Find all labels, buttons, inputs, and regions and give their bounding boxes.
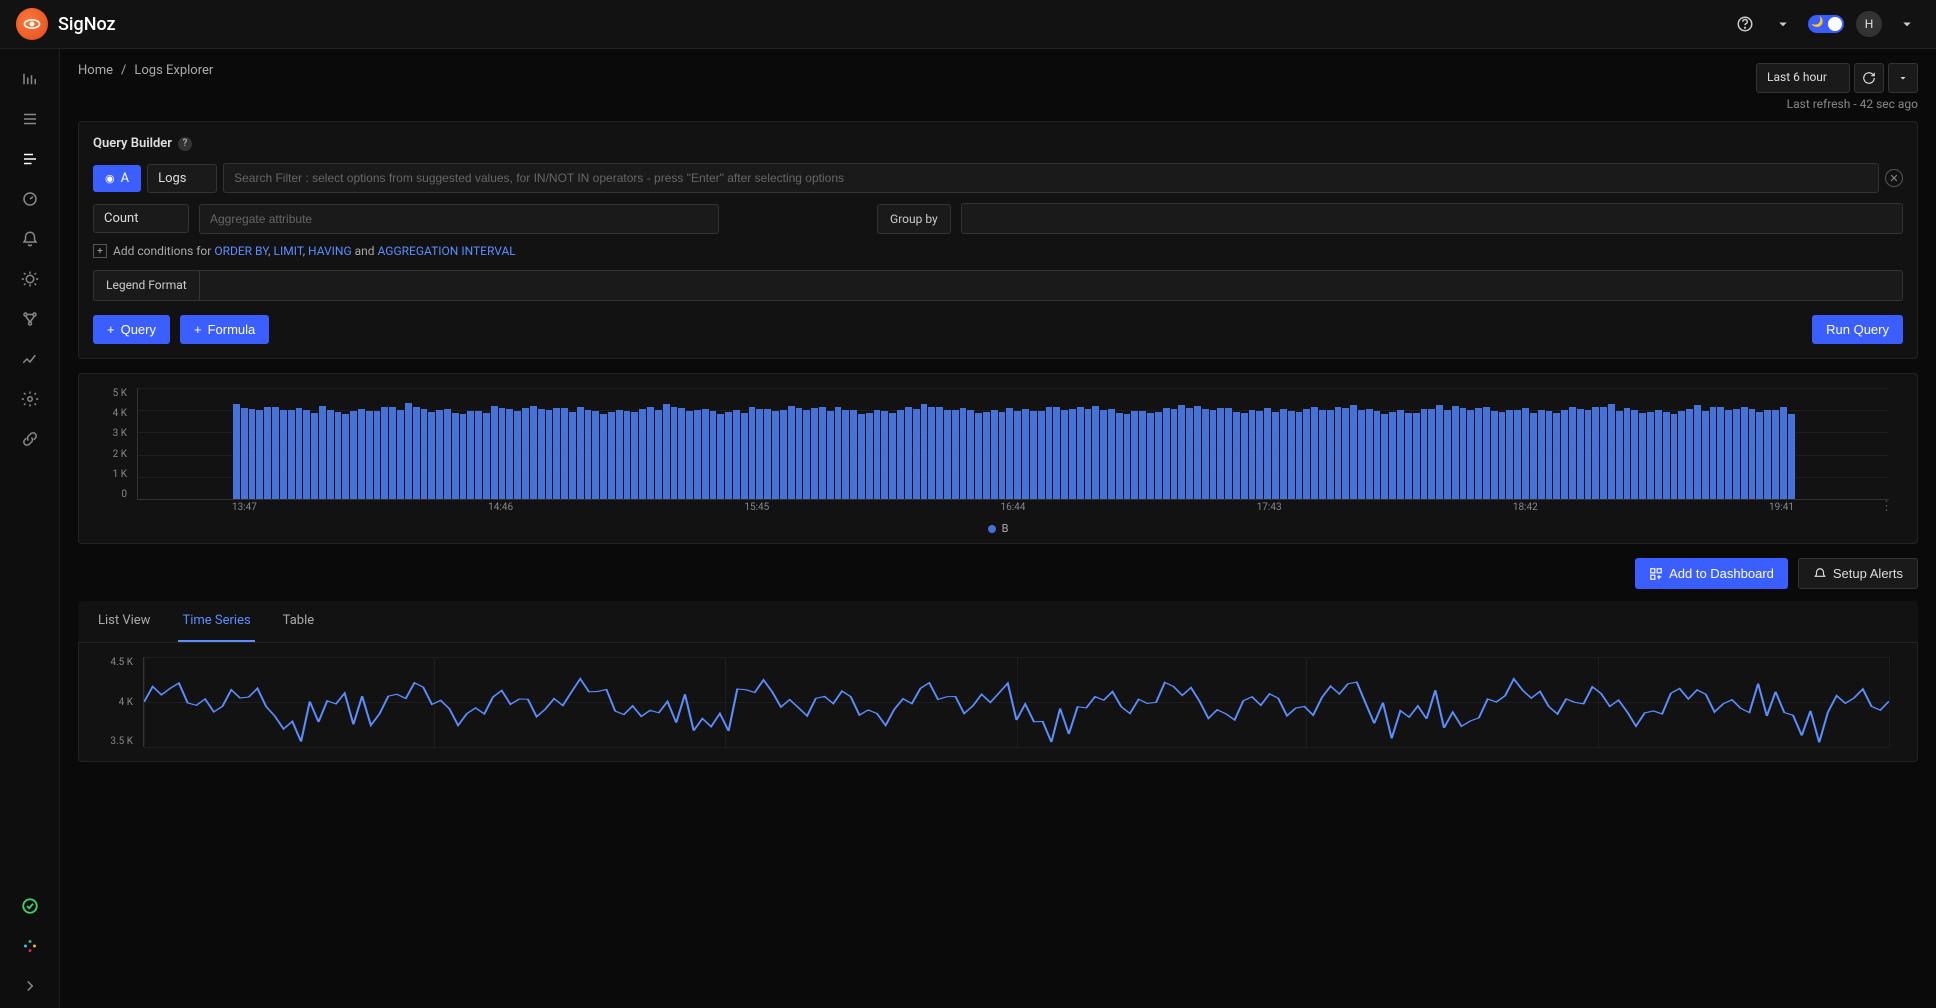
- user-dropdown-icon[interactable]: [1894, 11, 1920, 37]
- sidebar-slack-icon[interactable]: [10, 928, 50, 964]
- sidebar-status-icon[interactable]: [10, 888, 50, 924]
- sidebar-list-icon[interactable]: [10, 101, 50, 137]
- orderby-link[interactable]: ORDER BY: [214, 244, 268, 258]
- result-tabs: List View Time Series Table: [78, 601, 1918, 643]
- brand-name: SigNoz: [58, 14, 116, 35]
- line-chart-plot[interactable]: [143, 657, 1889, 747]
- brand: SigNoz: [16, 8, 116, 40]
- aggint-link[interactable]: AGGREGATION INTERVAL: [378, 244, 516, 258]
- refresh-button[interactable]: [1854, 63, 1884, 93]
- tab-time-series[interactable]: Time Series: [178, 601, 254, 642]
- conditions-row: + Add conditions for ORDER BY, LIMIT, HA…: [93, 244, 1903, 258]
- logo-icon: [16, 8, 48, 40]
- group-by-label: Group by: [877, 204, 951, 234]
- limit-link[interactable]: LIMIT: [274, 244, 303, 258]
- sidebar-expand-icon[interactable]: [10, 968, 50, 1004]
- resize-handle-icon[interactable]: ⋮: [1880, 499, 1893, 514]
- add-query-button[interactable]: +Query: [93, 315, 170, 344]
- topbar: SigNoz 🌙 H: [0, 0, 1936, 49]
- line-chart-panel: 4.5 K4 K3.5 K: [78, 643, 1918, 762]
- add-formula-button[interactable]: +Formula: [180, 315, 269, 344]
- sidebar-exceptions-icon[interactable]: [10, 261, 50, 297]
- breadcrumb-page: Logs Explorer: [134, 63, 213, 78]
- query-builder-help-icon[interactable]: ?: [178, 137, 192, 151]
- plus-icon: +: [107, 322, 115, 337]
- group-by-input[interactable]: [961, 203, 1903, 234]
- avatar[interactable]: H: [1856, 11, 1882, 37]
- theme-toggle[interactable]: 🌙: [1808, 15, 1844, 33]
- bar-chart-x-axis: 13:4714:4615:4516:4417:4318:4219:41: [137, 502, 1889, 518]
- agg-function-select[interactable]: Count: [93, 204, 189, 233]
- search-filter-input[interactable]: [223, 163, 1879, 193]
- agg-attribute-input[interactable]: [199, 204, 719, 234]
- plus-icon: +: [194, 322, 202, 337]
- sidebar-logs-icon[interactable]: [10, 141, 50, 177]
- query-builder-panel: Query Builder ? ◉ A Logs ✕ Count: [78, 121, 1918, 359]
- bar-chart-plot[interactable]: [137, 388, 1889, 500]
- sidebar-alerts-icon[interactable]: [10, 221, 50, 257]
- sidebar-settings-icon[interactable]: [10, 381, 50, 417]
- sidebar: [0, 49, 60, 1008]
- last-refresh-text: Last refresh - 42 sec ago: [1787, 97, 1918, 111]
- source-select[interactable]: Logs: [147, 164, 217, 193]
- setup-alerts-button[interactable]: Setup Alerts: [1798, 558, 1918, 589]
- bar-chart-legend: B: [97, 522, 1899, 535]
- legend-format-input[interactable]: [200, 270, 1903, 301]
- sidebar-api-icon[interactable]: [10, 421, 50, 457]
- sidebar-servicemap-icon[interactable]: [10, 301, 50, 337]
- breadcrumb-sep: /: [121, 63, 126, 78]
- time-range-select[interactable]: Last 6 hour: [1756, 63, 1850, 93]
- help-dropdown-icon[interactable]: [1770, 11, 1796, 37]
- refresh-interval-dropdown[interactable]: [1888, 63, 1918, 93]
- moon-icon: 🌙: [1811, 17, 1823, 28]
- bar-chart-y-axis: 5 K4 K3 K2 K1 K0: [97, 388, 133, 500]
- add-to-dashboard-button[interactable]: Add to Dashboard: [1635, 558, 1788, 589]
- breadcrumb-home[interactable]: Home: [78, 63, 113, 78]
- query-builder-title: Query Builder ?: [93, 136, 1903, 151]
- sidebar-dashboard-icon[interactable]: [10, 181, 50, 217]
- clear-query-icon[interactable]: ✕: [1885, 169, 1903, 187]
- sidebar-usage-icon[interactable]: [10, 341, 50, 377]
- legend-dot-icon: [988, 525, 996, 533]
- main: Home / Logs Explorer Last 6 hour Las: [60, 49, 1936, 1008]
- tab-list-view[interactable]: List View: [94, 601, 154, 642]
- breadcrumb: Home / Logs Explorer: [78, 63, 213, 78]
- eye-icon: ◉: [105, 172, 115, 185]
- legend-format-label: Legend Format: [93, 270, 200, 301]
- query-badge-a[interactable]: ◉ A: [93, 165, 141, 192]
- having-link[interactable]: HAVING: [308, 244, 352, 258]
- expand-conditions-icon[interactable]: +: [93, 244, 107, 258]
- help-icon[interactable]: [1732, 11, 1758, 37]
- line-chart-y-axis: 4.5 K4 K3.5 K: [97, 657, 139, 747]
- bar-chart-panel: 5 K4 K3 K2 K1 K0 13:4714:4615:4516:4417:…: [78, 373, 1918, 544]
- run-query-button[interactable]: Run Query: [1812, 315, 1903, 344]
- tab-table[interactable]: Table: [279, 601, 318, 642]
- sidebar-metrics-icon[interactable]: [10, 61, 50, 97]
